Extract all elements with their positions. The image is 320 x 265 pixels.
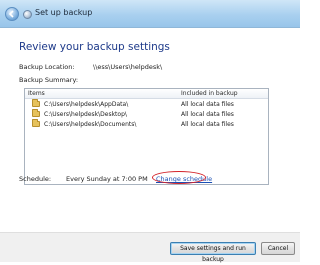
backup-summary-label: Backup Summary:: [19, 76, 79, 84]
backup-summary-list[interactable]: Items Included in backup C:\Users\helpde…: [24, 88, 269, 185]
folder-icon: [32, 119, 40, 127]
schedule-value: Every Sunday at 7:00 PM: [66, 175, 148, 183]
column-header-included[interactable]: Included in backup: [181, 90, 238, 97]
backup-location-value: \\ess\Users\helpdesk\: [93, 63, 163, 71]
dialog-footer: Save settings and run backup Cancel: [0, 232, 300, 263]
folder-icon: [32, 109, 40, 117]
item-path: C:\Users\helpdesk\Desktop\: [44, 111, 127, 118]
folder-icon: [32, 99, 40, 107]
title-bar: Set up backup: [0, 0, 300, 28]
save-and-run-button[interactable]: Save settings and run backup: [170, 242, 256, 263]
item-included: All local data files: [181, 111, 234, 118]
list-item[interactable]: C:\Users\helpdesk\Desktop\ All local dat…: [25, 109, 268, 119]
item-included: All local data files: [181, 101, 234, 108]
highlight-circle: [152, 171, 206, 184]
column-header-items[interactable]: Items: [28, 90, 45, 97]
window-title: Set up backup: [35, 8, 93, 17]
item-path: C:\Users\helpdesk\AppData\: [44, 101, 129, 108]
item-path: C:\Users\helpdesk\Documents\: [44, 121, 137, 128]
back-arrow-icon[interactable]: [5, 7, 19, 21]
page-heading: Review your backup settings: [19, 41, 170, 53]
list-item[interactable]: C:\Users\helpdesk\Documents\ All local d…: [25, 119, 268, 129]
list-header: Items Included in backup: [25, 89, 268, 99]
schedule-label: Schedule:: [19, 175, 52, 183]
item-included: All local data files: [181, 121, 234, 128]
cancel-button[interactable]: Cancel: [261, 242, 295, 255]
backup-location-label: Backup Location:: [19, 63, 75, 71]
backup-app-icon: [23, 10, 32, 19]
list-item[interactable]: C:\Users\helpdesk\AppData\ All local dat…: [25, 99, 268, 109]
